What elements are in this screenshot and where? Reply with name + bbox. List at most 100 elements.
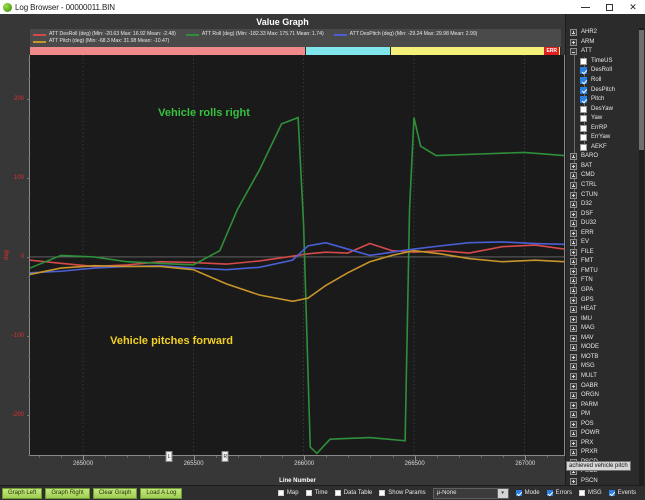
field-checkbox[interactable] (580, 67, 587, 75)
error-chip[interactable]: ERR (544, 47, 559, 55)
tree-group-row[interactable]: MAG (566, 324, 645, 334)
field-checkbox[interactable] (580, 143, 587, 151)
expand-icon[interactable] (570, 210, 577, 218)
tree-scrollbar-thumb[interactable] (639, 30, 644, 150)
x-axis[interactable]: Line Number 265000 265500 266000 266500 2670… (30, 451, 565, 485)
expand-icon[interactable] (570, 248, 577, 256)
checkbox-show-params[interactable]: Show Params (379, 490, 426, 496)
expand-icon[interactable] (570, 306, 577, 314)
expand-icon[interactable] (570, 325, 577, 333)
tree-group-row[interactable]: PRXR (566, 448, 645, 458)
tree-group-row[interactable]: GPS (566, 295, 645, 305)
expand-icon[interactable] (570, 372, 577, 380)
expand-icon[interactable] (570, 201, 577, 209)
legend-item[interactable]: ATT DesPitch (deg) (Min: -29.24 Max: 29.… (333, 31, 477, 38)
field-tree[interactable]: AHR2 ARM ATT TimeUS DesRoll Roll DesPitch Pitch… (566, 14, 645, 485)
flight-mode-segment[interactable] (306, 47, 392, 55)
tree-group-row[interactable]: DU32 (566, 219, 645, 229)
tree-group-row[interactable]: PRX (566, 439, 645, 449)
tree-field-row[interactable]: AEKF (566, 143, 645, 153)
tree-group-row[interactable]: FILE (566, 248, 645, 258)
x-range-slider-handle[interactable]: L (165, 451, 173, 462)
expand-icon[interactable] (570, 392, 577, 400)
expand-icon[interactable] (570, 439, 577, 447)
tree-group-row[interactable]: PM (566, 410, 645, 420)
field-checkbox[interactable] (580, 86, 587, 94)
expand-icon[interactable] (570, 191, 577, 199)
expand-icon[interactable] (570, 344, 577, 352)
tree-field-row[interactable]: Pitch (566, 95, 645, 105)
expand-icon[interactable] (570, 153, 577, 161)
expand-icon[interactable] (570, 363, 577, 371)
tree-group-row[interactable]: ORGN (566, 391, 645, 401)
checkbox-box[interactable] (546, 490, 553, 496)
checkbox-box[interactable] (277, 490, 284, 496)
tree-field-row[interactable]: TimeUS (566, 57, 645, 67)
legend-item[interactable]: ATT Pitch (deg) (Min: -68.3 Max: 31.98 M… (33, 38, 169, 45)
tree-group-row[interactable]: CMD (566, 171, 645, 181)
expand-icon[interactable] (570, 162, 577, 170)
tree-group-row[interactable]: IMU (566, 314, 645, 324)
tree-group-row[interactable]: ATT (566, 47, 645, 57)
expand-icon[interactable] (570, 401, 577, 409)
tree-group-row[interactable]: MODE (566, 343, 645, 353)
tree-group-row[interactable]: AHR2 (566, 28, 645, 38)
field-checkbox[interactable] (580, 105, 587, 113)
chevron-down-icon[interactable]: ▾ (496, 488, 508, 498)
tree-group-row[interactable]: FMT (566, 257, 645, 267)
field-checkbox[interactable] (580, 77, 587, 84)
clear-graph-button[interactable]: Clear Graph (92, 487, 138, 499)
expand-icon[interactable] (570, 220, 577, 228)
maximize-button[interactable] (597, 0, 621, 14)
tree-group-row[interactable]: OABR (566, 381, 645, 391)
tree-group-row[interactable]: PARM (566, 400, 645, 410)
tree-group-row[interactable]: ARM (566, 38, 645, 48)
x-range-slider-handle[interactable]: R (221, 451, 229, 462)
tree-field-row[interactable]: DesRoll (566, 66, 645, 76)
tree-group-row[interactable]: EV (566, 238, 645, 248)
expand-icon[interactable] (570, 287, 577, 295)
checkbox-errors[interactable]: Errors (546, 490, 572, 496)
tree-group-row[interactable]: HEAT (566, 305, 645, 315)
expand-icon[interactable] (570, 477, 577, 485)
expand-icon[interactable] (570, 277, 577, 285)
checkbox-mode[interactable]: Mode (515, 490, 540, 496)
expand-icon[interactable] (570, 38, 577, 46)
graph-left-button[interactable]: Graph Left (2, 487, 43, 499)
checkbox-box[interactable] (515, 490, 522, 496)
checkbox-box[interactable] (578, 490, 585, 496)
tree-group-row[interactable]: MULT (566, 372, 645, 382)
tree-group-row[interactable]: CTRL (566, 181, 645, 191)
expand-icon[interactable] (570, 296, 577, 304)
expand-icon[interactable] (570, 430, 577, 438)
field-checkbox[interactable] (580, 96, 587, 104)
close-button[interactable]: ✕ (621, 0, 645, 14)
param-select[interactable]: µ-None ▾ (432, 487, 509, 499)
field-checkbox[interactable] (580, 124, 587, 132)
tree-group-row[interactable]: GPA (566, 286, 645, 296)
field-checkbox[interactable] (580, 57, 587, 65)
checkbox-time[interactable]: Time (305, 490, 328, 496)
checkbox-events[interactable]: Events (608, 490, 636, 496)
flight-mode-segment[interactable] (30, 47, 307, 55)
tree-field-row[interactable]: DesYaw (566, 104, 645, 114)
expand-icon[interactable] (570, 449, 577, 457)
tree-group-row[interactable]: CTUN (566, 190, 645, 200)
graph-right-button[interactable]: Graph Right (45, 487, 90, 499)
tree-field-row[interactable]: ErrRP (566, 123, 645, 133)
expand-icon[interactable] (570, 315, 577, 323)
tree-field-row[interactable]: Yaw (566, 114, 645, 124)
expand-icon[interactable] (570, 182, 577, 190)
flight-mode-segment[interactable] (391, 47, 561, 55)
plot-canvas[interactable]: Vehicle rolls right Vehicle pitches forw… (30, 55, 565, 455)
tree-group-row[interactable]: MAV (566, 334, 645, 344)
collapse-icon[interactable] (570, 48, 577, 56)
expand-icon[interactable] (570, 258, 577, 266)
tree-group-row[interactable]: POWR (566, 429, 645, 439)
field-checkbox[interactable] (580, 115, 587, 123)
tree-field-row[interactable]: ErrYaw (566, 133, 645, 143)
legend-item[interactable]: ATT DesRoll (deg) (Min: -20.63 Max: 16.9… (33, 31, 176, 38)
tree-group-row[interactable]: DSF (566, 209, 645, 219)
tree-field-row[interactable]: Roll (566, 76, 645, 86)
checkbox-box[interactable] (379, 490, 386, 496)
